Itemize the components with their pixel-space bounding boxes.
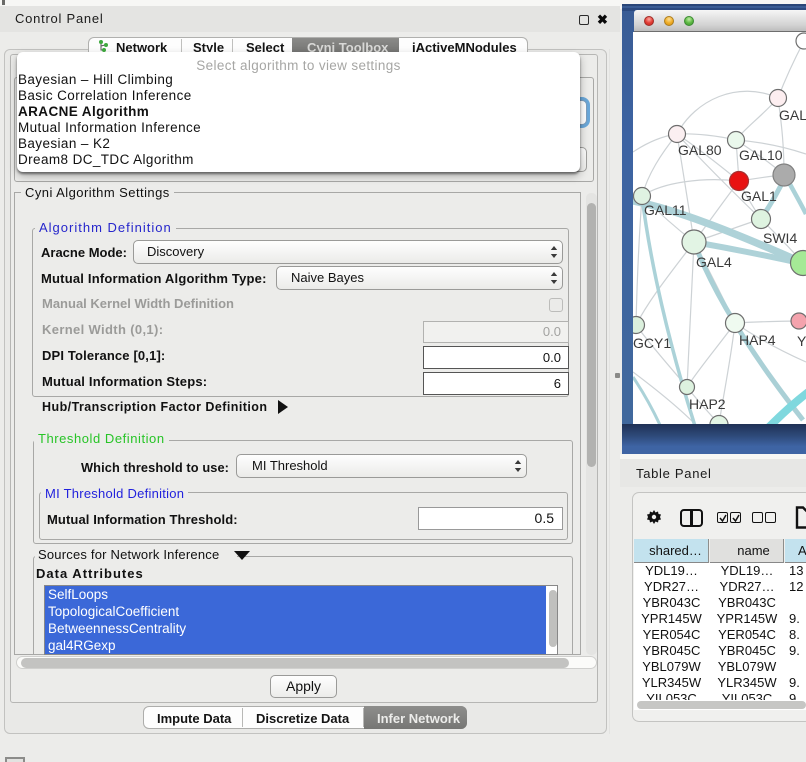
svg-text:GAL1: GAL1 bbox=[741, 188, 777, 204]
svg-text:GAL10: GAL10 bbox=[739, 147, 783, 163]
svg-text:YM: YM bbox=[797, 333, 806, 349]
svg-text:HAP2: HAP2 bbox=[689, 396, 726, 412]
svg-text:SWI4: SWI4 bbox=[763, 230, 797, 246]
svg-text:GAL7: GAL7 bbox=[779, 107, 806, 123]
svg-text:HAP4: HAP4 bbox=[739, 332, 776, 348]
svg-text:GAL80: GAL80 bbox=[678, 142, 722, 158]
svg-text:GAL4: GAL4 bbox=[696, 254, 732, 270]
svg-text:GAL11: GAL11 bbox=[644, 202, 687, 218]
svg-text:GCY1: GCY1 bbox=[633, 335, 671, 351]
